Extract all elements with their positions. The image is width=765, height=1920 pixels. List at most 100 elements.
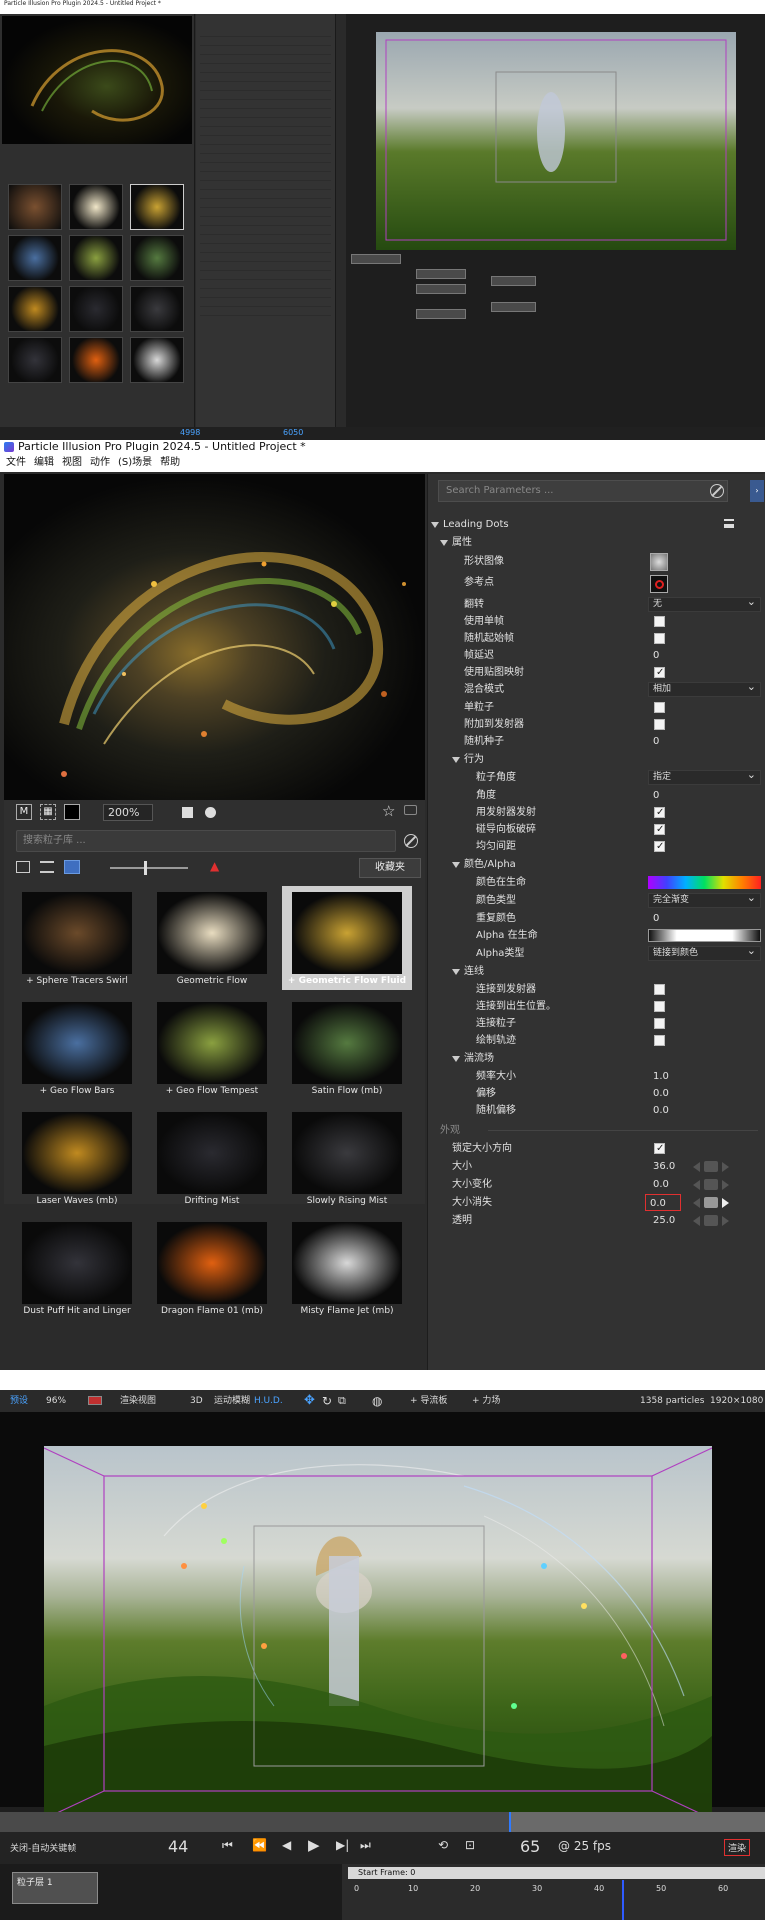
library-item[interactable]: Dust Puff Hit and Linger bbox=[12, 1216, 142, 1320]
lock-size-aspect-checkbox[interactable] bbox=[654, 1140, 665, 1157]
group-properties[interactable]: 属性 bbox=[428, 534, 765, 551]
offset-value[interactable]: 0.0 bbox=[653, 1085, 669, 1102]
emitter-header[interactable]: Leading Dots bbox=[428, 516, 765, 533]
shape-image-swatch[interactable] bbox=[650, 553, 668, 571]
list-view-icon[interactable] bbox=[16, 861, 30, 873]
size-variation-value[interactable]: 0.0 bbox=[653, 1176, 669, 1193]
connect-to-emitter-checkbox[interactable] bbox=[654, 984, 665, 995]
favorites-button[interactable]: 收藏夹 bbox=[359, 858, 421, 878]
overview-node[interactable] bbox=[416, 284, 466, 294]
connect-particles-checkbox[interactable] bbox=[654, 1018, 665, 1029]
overview-thumb[interactable] bbox=[69, 286, 123, 332]
size-key-controls[interactable] bbox=[693, 1160, 753, 1173]
camera-icon[interactable] bbox=[404, 805, 417, 815]
overview-node[interactable] bbox=[416, 309, 466, 319]
opacity-value[interactable]: 25.0 bbox=[653, 1212, 675, 1229]
viewport-zoom[interactable]: 96% bbox=[46, 1390, 66, 1412]
connect-to-birth-checkbox[interactable] bbox=[654, 1001, 665, 1012]
move-tool-icon[interactable]: ✥ bbox=[304, 1390, 315, 1412]
library-item[interactable]: Drifting Mist bbox=[147, 1106, 277, 1210]
render-view-swatch[interactable] bbox=[88, 1396, 102, 1405]
use-texture-map-checkbox[interactable] bbox=[654, 664, 665, 681]
opacity-key-controls[interactable] bbox=[693, 1214, 753, 1227]
alpha-type-dropdown[interactable]: 链接到颜色 bbox=[648, 944, 761, 961]
overview-thumb[interactable] bbox=[130, 184, 184, 230]
side-panel-toggle[interactable]: › bbox=[750, 480, 764, 502]
scrubber-playhead[interactable] bbox=[509, 1812, 511, 1832]
frame-delay-value[interactable]: 0 bbox=[653, 647, 659, 664]
menu-help[interactable]: 帮助 bbox=[160, 454, 180, 472]
ruler-playhead[interactable] bbox=[622, 1880, 624, 1920]
library-item[interactable]: + Sphere Tracers Swirl bbox=[12, 886, 142, 990]
library-item[interactable]: Laser Waves (mb) bbox=[12, 1106, 142, 1210]
preset-label[interactable]: 预设 bbox=[10, 1390, 28, 1412]
overview-thumb[interactable] bbox=[69, 235, 123, 281]
step-forward-icon[interactable]: ▶| bbox=[336, 1838, 349, 1852]
mode-3d-button[interactable]: 3D bbox=[190, 1390, 203, 1412]
menu-action[interactable]: 动作 bbox=[90, 454, 110, 472]
overview-thumb[interactable] bbox=[8, 184, 62, 230]
menu-view[interactable]: 视图 bbox=[62, 454, 82, 472]
single-particle-checkbox[interactable] bbox=[654, 702, 665, 713]
overview-thumb[interactable] bbox=[8, 286, 62, 332]
flip-dropdown[interactable]: 无 bbox=[648, 595, 761, 612]
draw-trail-checkbox[interactable] bbox=[654, 1035, 665, 1046]
hud-button[interactable]: H.U.D. bbox=[254, 1390, 283, 1412]
random-offset-value[interactable]: 0.0 bbox=[653, 1102, 669, 1119]
repeat-color-value[interactable]: 0 bbox=[653, 910, 659, 927]
break-on-collision-checkbox[interactable] bbox=[654, 821, 665, 838]
square-shape-icon[interactable] bbox=[182, 807, 193, 818]
library-item[interactable]: + Geo Flow Tempest bbox=[147, 996, 277, 1100]
step-back-icon[interactable]: ⏪ bbox=[252, 1838, 267, 1852]
library-item[interactable]: + Geo Flow Bars bbox=[12, 996, 142, 1100]
circle-shape-icon[interactable] bbox=[205, 807, 216, 818]
use-single-frame-checkbox[interactable] bbox=[654, 616, 665, 627]
library-item[interactable]: Misty Flame Jet (mb) bbox=[282, 1216, 412, 1320]
even-spacing-checkbox[interactable] bbox=[654, 838, 665, 855]
color-gradient-bar[interactable] bbox=[648, 876, 761, 889]
group-lines[interactable]: 连线 bbox=[428, 963, 765, 980]
overview-thumb[interactable] bbox=[8, 337, 62, 383]
autokey-button[interactable]: 关闭-自动关键帧 bbox=[10, 1841, 76, 1854]
size-fade-key-controls[interactable] bbox=[693, 1196, 753, 1209]
group-behavior[interactable]: 行为 bbox=[428, 751, 765, 768]
overview-frame-start[interactable]: 4998 bbox=[180, 428, 200, 437]
library-item[interactable]: Geometric Flow bbox=[147, 886, 277, 990]
background-color-swatch[interactable] bbox=[64, 804, 80, 820]
random-start-frame-checkbox[interactable] bbox=[654, 633, 665, 644]
thumbnail-size-slider[interactable] bbox=[110, 867, 188, 869]
parameter-search-input[interactable]: Search Parameters ... bbox=[438, 480, 728, 502]
library-item[interactable]: Satin Flow (mb) bbox=[282, 996, 412, 1100]
render-button[interactable]: 渲染 bbox=[724, 1839, 751, 1856]
attach-to-emitter-checkbox[interactable] bbox=[654, 719, 665, 730]
size-variation-key-controls[interactable] bbox=[693, 1178, 753, 1191]
add-force-button[interactable]: + 力场 bbox=[472, 1390, 500, 1412]
go-to-start-icon[interactable]: ⏮ bbox=[222, 1838, 233, 1853]
add-flow-button[interactable]: + 导流板 bbox=[410, 1390, 447, 1412]
star-icon[interactable]: ☆ bbox=[382, 802, 395, 820]
overview-node[interactable] bbox=[491, 302, 536, 312]
particle-angle-dropdown[interactable]: 指定 bbox=[648, 768, 761, 785]
overview-thumb[interactable] bbox=[130, 337, 184, 383]
group-color-alpha[interactable]: 颜色/Alpha bbox=[428, 856, 765, 873]
rotate-tool-icon[interactable]: ↻ bbox=[322, 1390, 332, 1412]
overview-thumb[interactable] bbox=[8, 235, 62, 281]
loop-icon[interactable]: ⟲ bbox=[438, 1838, 448, 1852]
library-item[interactable]: Dragon Flame 01 (mb) bbox=[147, 1216, 277, 1320]
ref-point-swatch[interactable] bbox=[650, 575, 668, 593]
clear-parameter-search-icon[interactable] bbox=[710, 484, 724, 498]
menu-scene[interactable]: (S)场景 bbox=[118, 454, 152, 472]
overview-thumb[interactable] bbox=[130, 235, 184, 281]
library-search-input[interactable]: 搜索粒子库 ... bbox=[16, 830, 396, 852]
group-turbulence[interactable]: 湍流场 bbox=[428, 1050, 765, 1067]
thumbnail-size-handle[interactable] bbox=[144, 861, 147, 875]
preview-zoom[interactable]: 200% bbox=[103, 804, 153, 821]
overview-thumb[interactable] bbox=[69, 184, 123, 230]
menu-file[interactable]: 文件 bbox=[6, 454, 26, 472]
random-seed-value[interactable]: 0 bbox=[653, 733, 659, 750]
timeline-ruler[interactable]: Start Frame: 0 0 10 20 30 40 50 60 bbox=[342, 1864, 765, 1920]
overview-thumb[interactable] bbox=[69, 337, 123, 383]
emit-with-emitter-checkbox[interactable] bbox=[654, 804, 665, 821]
scale-tool-icon[interactable]: ⧉ bbox=[338, 1390, 346, 1412]
menu-edit[interactable]: 编辑 bbox=[34, 454, 54, 472]
